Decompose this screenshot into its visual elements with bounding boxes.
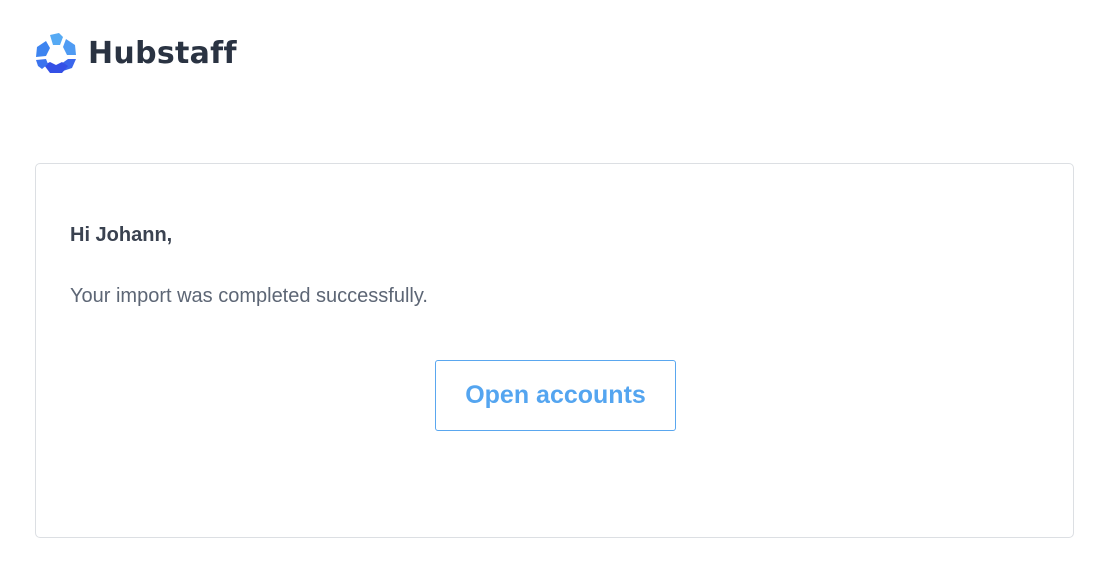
greeting-text: Hi Johann, xyxy=(70,224,173,246)
message-text: Your import was completed successfully. xyxy=(70,285,428,307)
notification-card: Hi Johann, Your import was completed suc… xyxy=(35,163,1074,538)
hubstaff-logo-icon xyxy=(36,33,76,73)
header: Hubstaff xyxy=(33,30,237,78)
email-page: Hubstaff Hi Johann, Your import was comp… xyxy=(0,0,1112,580)
brand-name: Hubstaff xyxy=(88,36,237,71)
open-accounts-button[interactable]: Open accounts xyxy=(435,360,676,431)
